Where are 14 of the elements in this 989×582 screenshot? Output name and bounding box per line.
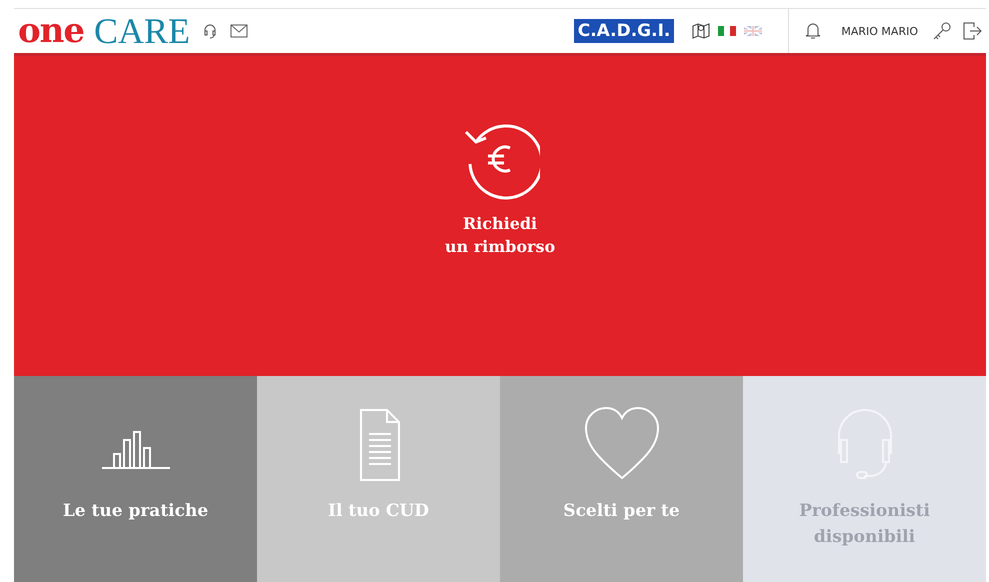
key-icon[interactable] [932,21,952,41]
logout-icon[interactable] [962,21,982,41]
menu-tile[interactable]: Scelti per te [500,376,743,582]
headset-icon[interactable] [202,23,218,39]
language-flag[interactable] [718,26,736,36]
user-name[interactable]: MARIO MARIO [841,24,918,38]
mail-icon[interactable] [230,24,248,38]
logo-wordmark: CARE [94,13,190,49]
partner-logo: C.A.D.G.I. [574,19,674,43]
logo-wordmark: one [18,14,84,48]
map-icon[interactable] [692,22,710,40]
bell-icon[interactable] [805,22,822,40]
menu-tile[interactable]: Le tue pratiche [14,376,257,582]
refund-request-panel[interactable]: Richiedi un rimborso [14,56,986,376]
